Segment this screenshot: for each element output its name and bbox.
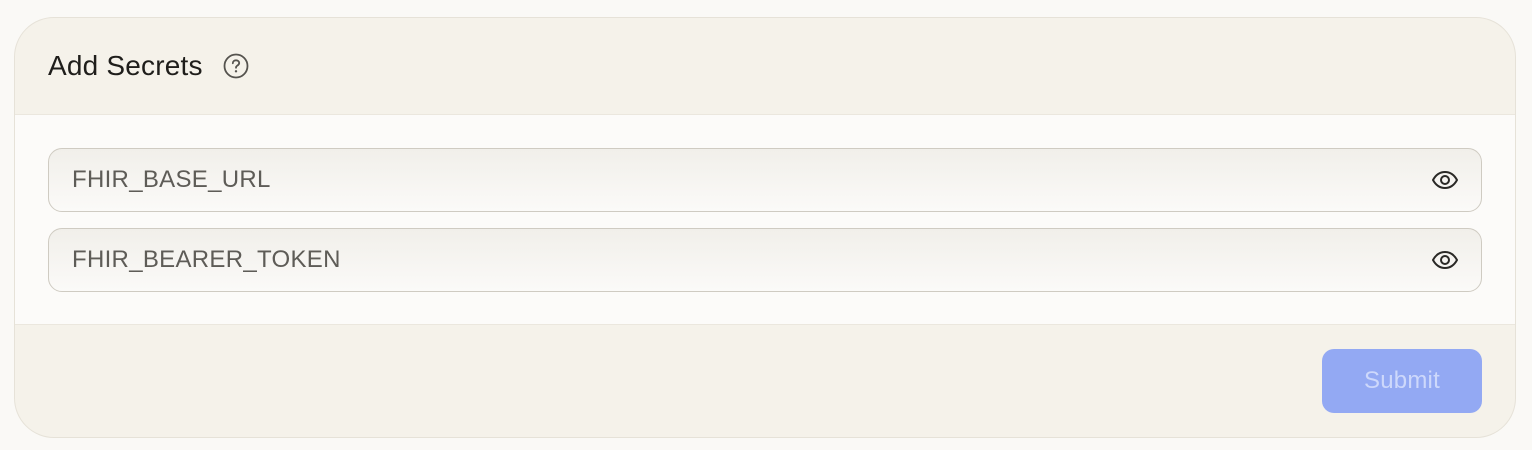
secret-field-fhir-bearer-token [48,228,1482,292]
fhir-base-url-input[interactable] [49,148,1425,212]
eye-icon[interactable] [1425,240,1465,280]
card-header: Add Secrets [15,18,1515,115]
submit-button[interactable]: Submit [1322,349,1482,413]
card-title: Add Secrets [48,50,203,81]
fhir-bearer-token-input[interactable] [49,228,1425,292]
secret-field-fhir-base-url [48,148,1482,212]
question-circle-icon[interactable] [223,53,249,79]
card-footer: Submit [15,325,1515,437]
add-secrets-card: Add Secrets Submit [14,17,1516,438]
eye-icon[interactable] [1425,160,1465,200]
secrets-form [15,115,1515,325]
